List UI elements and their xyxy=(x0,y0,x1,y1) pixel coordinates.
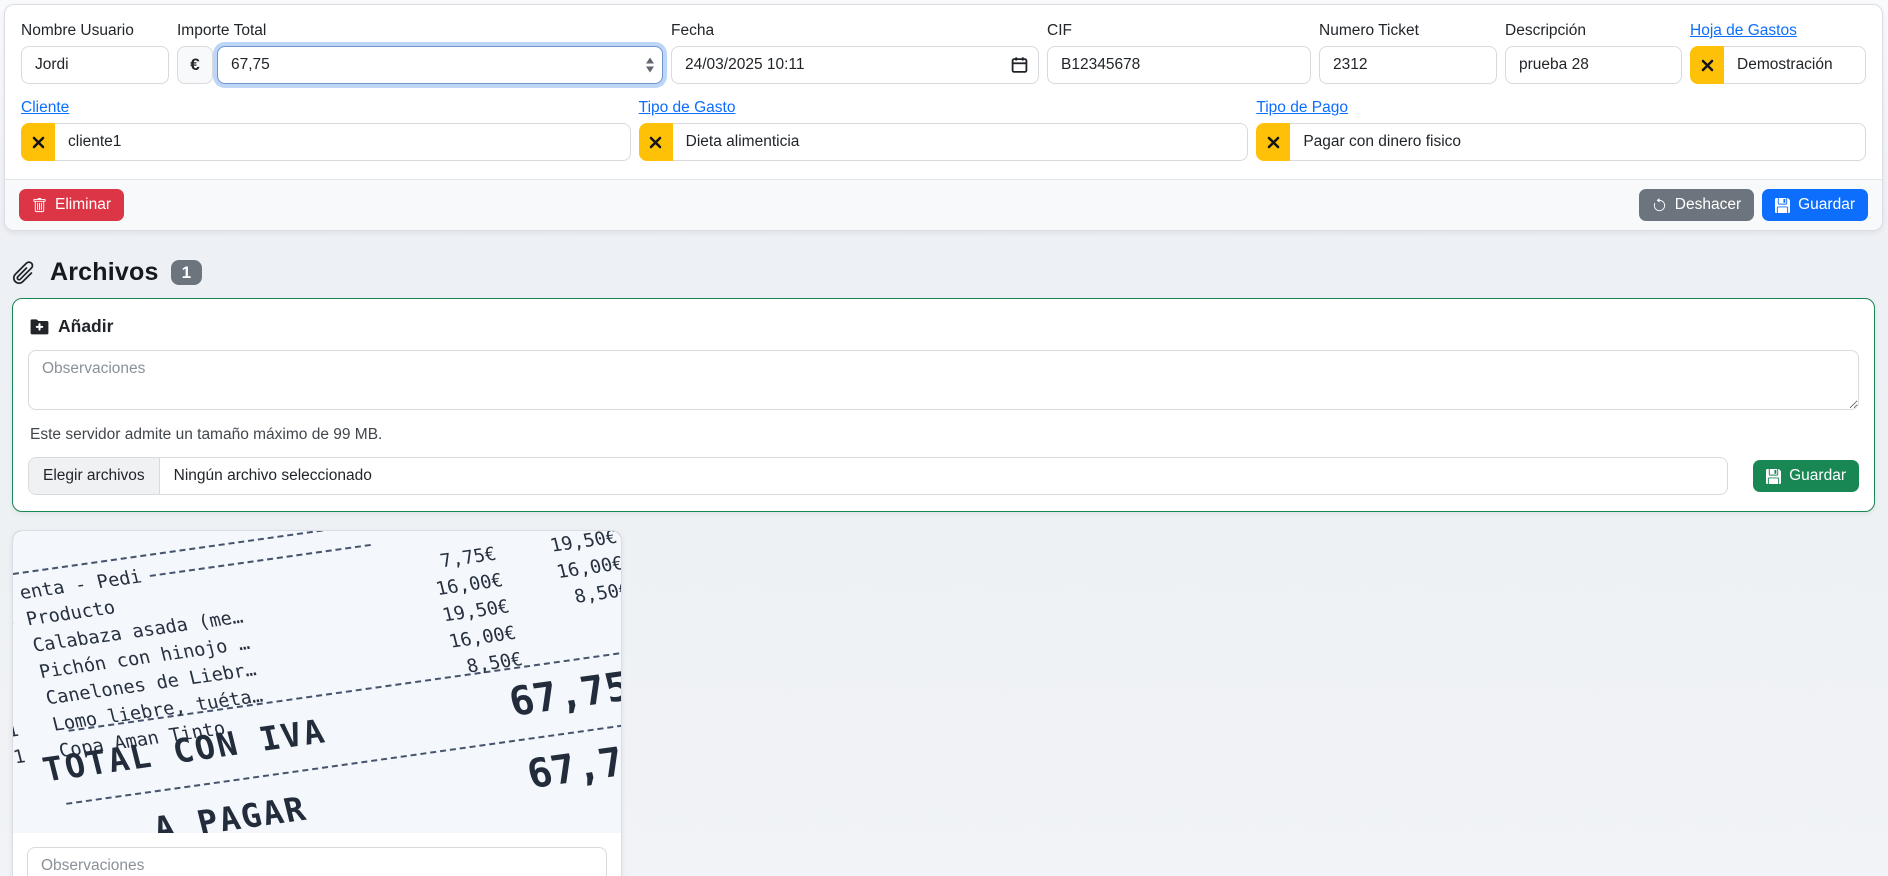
undo-icon xyxy=(1652,198,1667,213)
max-size-note: Este servidor admite un tamaño máximo de… xyxy=(30,426,1857,444)
tipo-de-gasto-clear-button[interactable] xyxy=(639,123,673,161)
spinner-down-icon[interactable] xyxy=(646,67,654,73)
field-nombre-usuario: Nombre Usuario xyxy=(21,20,169,84)
field-cliente: Cliente xyxy=(21,97,631,161)
archivos-header: Archivos 1 xyxy=(10,258,1888,287)
field-tipo-de-pago: Tipo de Pago xyxy=(1256,97,1866,161)
numero-ticket-input[interactable] xyxy=(1319,46,1497,84)
expense-form-card: Nombre Usuario Importe Total € Fecha xyxy=(4,4,1883,231)
cliente-input[interactable] xyxy=(55,123,631,161)
x-icon xyxy=(1267,136,1280,149)
cif-input[interactable] xyxy=(1047,46,1311,84)
receipt-pagar-label: A PAGAR xyxy=(150,789,311,833)
file-input[interactable]: Elegir archivos Ningún archivo seleccion… xyxy=(28,457,1728,495)
importe-total-label: Importe Total xyxy=(177,20,663,41)
field-numero-ticket: Numero Ticket xyxy=(1319,20,1497,84)
descripcion-input[interactable] xyxy=(1505,46,1682,84)
deshacer-button[interactable]: Deshacer xyxy=(1639,189,1754,221)
form-row-2: Cliente Tipo de Gasto Tipo xyxy=(21,97,1866,161)
cif-label: CIF xyxy=(1047,20,1311,41)
save-icon xyxy=(1766,469,1781,484)
numero-ticket-label: Numero Ticket xyxy=(1319,20,1497,41)
upload-guardar-button[interactable]: Guardar xyxy=(1753,460,1859,492)
nombre-usuario-label: Nombre Usuario xyxy=(21,20,169,41)
number-spinner[interactable] xyxy=(646,58,654,73)
trash-icon xyxy=(32,198,47,213)
euro-prefix-addon: € xyxy=(177,46,213,84)
guardar-button[interactable]: Guardar xyxy=(1762,189,1868,221)
cliente-link[interactable]: Cliente xyxy=(21,97,631,118)
archivos-title: Archivos xyxy=(50,258,159,287)
receipt-pagar-value: 67,75€ xyxy=(522,733,621,798)
file-status-text: Ningún archivo seleccionado xyxy=(160,467,386,485)
cliente-clear-button[interactable] xyxy=(21,123,55,161)
folder-plus-icon xyxy=(30,317,49,336)
upload-card: Añadir Este servidor admite un tamaño má… xyxy=(12,298,1875,512)
save-icon xyxy=(1775,198,1790,213)
field-tipo-de-gasto: Tipo de Gasto xyxy=(639,97,1249,161)
calendar-icon[interactable] xyxy=(1011,57,1028,74)
attachment-observaciones-input[interactable] xyxy=(27,847,607,876)
receipt-photo[interactable]: enta - Pedi PU QTD Producto 7,75€ 1 Cala… xyxy=(13,531,621,833)
receipt-paper: enta - Pedi PU QTD Producto 7,75€ 1 Cala… xyxy=(13,531,621,833)
spinner-up-icon[interactable] xyxy=(646,58,654,64)
nombre-usuario-input[interactable] xyxy=(21,46,169,84)
hoja-de-gastos-clear-button[interactable] xyxy=(1690,46,1724,84)
tipo-de-pago-clear-button[interactable] xyxy=(1256,123,1290,161)
eliminar-button[interactable]: Eliminar xyxy=(19,189,124,221)
attachment-card: enta - Pedi PU QTD Producto 7,75€ 1 Cala… xyxy=(12,530,622,876)
upload-observaciones-textarea[interactable] xyxy=(28,350,1859,410)
fecha-input[interactable] xyxy=(671,46,1039,84)
choose-files-button[interactable]: Elegir archivos xyxy=(29,458,160,494)
field-descripcion: Descripción xyxy=(1505,20,1682,84)
form-action-bar: Eliminar Deshacer Guardar xyxy=(5,179,1882,230)
x-icon xyxy=(32,136,45,149)
fecha-label: Fecha xyxy=(671,20,1039,41)
hoja-de-gastos-link[interactable]: Hoja de Gastos xyxy=(1690,20,1866,41)
field-importe-total: Importe Total € xyxy=(177,20,663,84)
upload-title: Añadir xyxy=(58,316,113,337)
field-cif: CIF xyxy=(1047,20,1311,84)
importe-total-input[interactable] xyxy=(217,46,663,84)
upload-title-row: Añadir xyxy=(30,316,1859,337)
archivos-count-badge: 1 xyxy=(171,260,202,285)
paperclip-icon xyxy=(4,253,44,293)
field-fecha: Fecha xyxy=(671,20,1039,84)
form-row-1: Nombre Usuario Importe Total € Fecha xyxy=(21,20,1866,84)
attachment-body xyxy=(13,833,621,876)
descripcion-label: Descripción xyxy=(1505,20,1682,41)
tipo-de-gasto-link[interactable]: Tipo de Gasto xyxy=(639,97,1249,118)
tipo-de-gasto-input[interactable] xyxy=(673,123,1249,161)
file-row: Elegir archivos Ningún archivo seleccion… xyxy=(28,457,1859,495)
x-icon xyxy=(649,136,662,149)
expense-form-body: Nombre Usuario Importe Total € Fecha xyxy=(5,5,1882,179)
hoja-de-gastos-input[interactable] xyxy=(1724,46,1866,84)
tipo-de-pago-link[interactable]: Tipo de Pago xyxy=(1256,97,1866,118)
field-hoja-de-gastos: Hoja de Gastos xyxy=(1690,20,1866,84)
tipo-de-pago-input[interactable] xyxy=(1290,123,1866,161)
x-icon xyxy=(1701,59,1714,72)
